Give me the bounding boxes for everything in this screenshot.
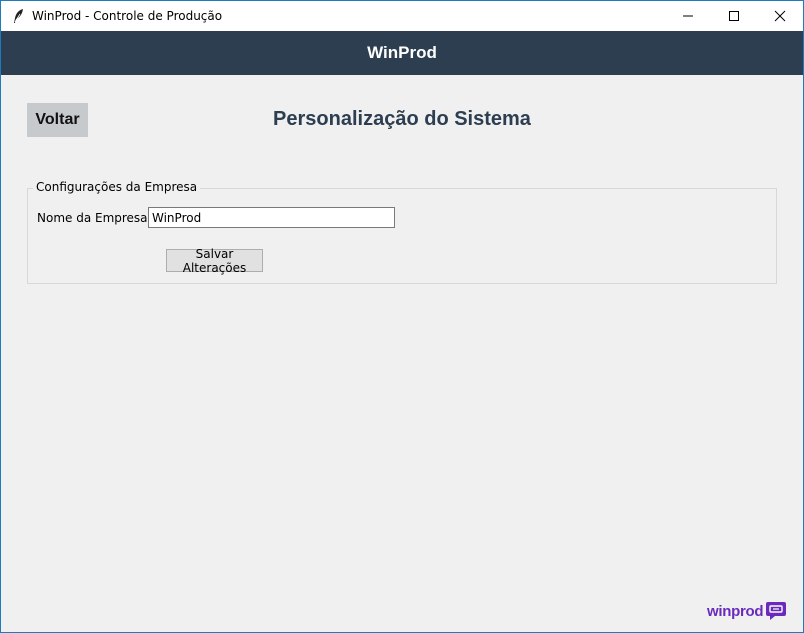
company-name-input[interactable] xyxy=(148,207,395,228)
maximize-button[interactable] xyxy=(711,1,757,31)
company-settings-legend: Configurações da Empresa xyxy=(33,180,201,194)
minimize-button[interactable] xyxy=(665,1,711,31)
company-name-label: Nome da Empresa: xyxy=(37,211,152,225)
close-button[interactable] xyxy=(757,1,803,31)
company-settings-group xyxy=(27,188,777,284)
winprod-logo: winprod xyxy=(707,599,787,623)
title-bar[interactable]: WinProd - Controle de Produção xyxy=(1,1,803,31)
page-title: Personalização do Sistema xyxy=(273,108,531,130)
feather-icon xyxy=(11,8,25,24)
chat-bubble-icon xyxy=(766,602,787,620)
header-title: WinProd xyxy=(367,43,437,62)
close-icon xyxy=(774,10,786,22)
app-header: WinProd xyxy=(1,31,803,75)
app-window: WinProd - Controle de Produção WinProd V… xyxy=(0,0,804,633)
save-changes-button[interactable]: Salvar Alterações xyxy=(166,247,263,275)
minimize-icon xyxy=(683,15,693,17)
window-title: WinProd - Controle de Produção xyxy=(32,9,223,23)
logo-text: winprod xyxy=(707,602,764,620)
maximize-icon xyxy=(729,11,739,21)
